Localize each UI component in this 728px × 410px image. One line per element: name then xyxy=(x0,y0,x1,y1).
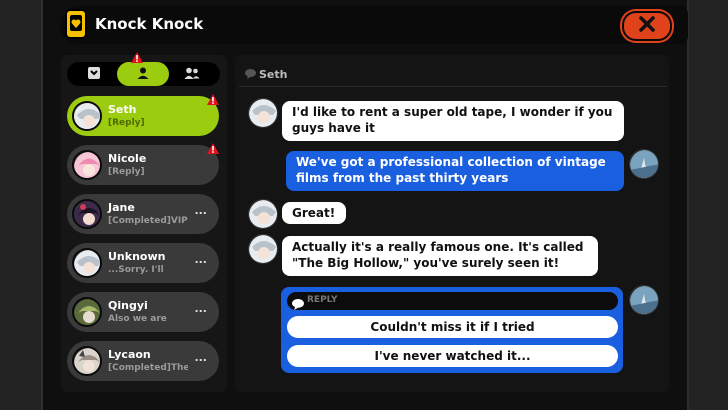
message-bubble: Actually it's a really famous one. It's … xyxy=(282,236,598,276)
message-line: Actually it's a really famous one. It's … xyxy=(292,240,584,254)
contact-preview: [Reply] xyxy=(108,118,145,128)
reply-option-2[interactable]: I've never watched it... xyxy=(287,345,618,367)
player-avatar xyxy=(629,149,659,179)
more-icon: ... xyxy=(194,302,207,315)
contact-preview: [Completed]VIP xyxy=(108,216,188,226)
contact-alert-icon xyxy=(207,94,219,106)
contact-name: Jane xyxy=(108,201,135,214)
contact-preview: [Reply] xyxy=(108,167,145,177)
message-bubble: We've got a professional collection of v… xyxy=(286,151,624,191)
person-icon xyxy=(136,65,150,84)
contact-name: Qingyi xyxy=(108,299,148,312)
message-line: "The Big Hollow," you've surely seen it! xyxy=(292,256,560,270)
close-x-icon xyxy=(639,16,655,36)
contacts-book-icon xyxy=(87,65,101,84)
background-left xyxy=(0,0,41,410)
player-avatar xyxy=(629,285,659,315)
chat-contact-name: Seth xyxy=(259,68,288,81)
contact-preview: [Completed]The xyxy=(108,363,188,373)
phone-heart-icon xyxy=(64,8,90,40)
avatar xyxy=(72,248,102,278)
contact-name: Lycaon xyxy=(108,348,151,361)
tab-alert-icon xyxy=(131,52,143,64)
message-line: films from the past thirty years xyxy=(296,171,509,185)
avatar xyxy=(72,150,102,180)
avatar xyxy=(72,346,102,376)
speech-bubble-icon xyxy=(245,69,256,82)
message-line: I'd like to rent a super old tape, I won… xyxy=(292,105,613,119)
contact-name: Nicole xyxy=(108,152,147,165)
reply-label: REPLY xyxy=(307,295,338,305)
sender-avatar xyxy=(248,98,278,128)
avatar xyxy=(72,101,102,131)
contact-nicole[interactable]: Nicole [Reply] xyxy=(67,145,219,185)
contact-qingyi[interactable]: Qingyi Also we are ... xyxy=(67,292,219,332)
tab-person[interactable] xyxy=(117,62,169,86)
header-divider xyxy=(239,86,667,87)
reply-option-1[interactable]: Couldn't miss it if I tried xyxy=(287,316,618,338)
chat-header: Seth xyxy=(245,68,287,82)
message-line: guys have it xyxy=(292,121,375,135)
message-line: Great! xyxy=(292,206,336,220)
tab-group[interactable] xyxy=(166,62,218,86)
tab-contacts-book[interactable] xyxy=(68,62,120,86)
contact-preview: ...Sorry. I'll xyxy=(108,265,164,275)
reply-speech-icon xyxy=(292,295,304,314)
more-icon: ... xyxy=(194,351,207,364)
avatar xyxy=(72,297,102,327)
contact-name: Seth xyxy=(108,103,137,116)
avatar xyxy=(72,199,102,229)
sender-avatar xyxy=(248,234,278,264)
background-right xyxy=(689,0,728,410)
contact-lycaon[interactable]: Lycaon [Completed]The ... xyxy=(67,341,219,381)
message-bubble: I'd like to rent a super old tape, I won… xyxy=(282,101,624,141)
close-button[interactable] xyxy=(622,11,672,41)
contact-seth[interactable]: Seth [Reply] xyxy=(67,96,219,136)
contact-unknown[interactable]: Unknown ...Sorry. I'll ... xyxy=(67,243,219,283)
message-bubble: Great! xyxy=(282,202,346,224)
sender-avatar xyxy=(248,199,278,229)
more-icon: ... xyxy=(194,253,207,266)
contact-alert-icon xyxy=(207,143,219,155)
message-line: We've got a professional collection of v… xyxy=(296,155,606,169)
more-icon: ... xyxy=(194,204,207,217)
contact-preview: Also we are xyxy=(108,314,167,324)
window-title: Knock Knock xyxy=(95,15,204,33)
contact-name: Unknown xyxy=(108,250,166,263)
contact-jane[interactable]: Jane [Completed]VIP ... xyxy=(67,194,219,234)
group-icon xyxy=(184,65,200,84)
